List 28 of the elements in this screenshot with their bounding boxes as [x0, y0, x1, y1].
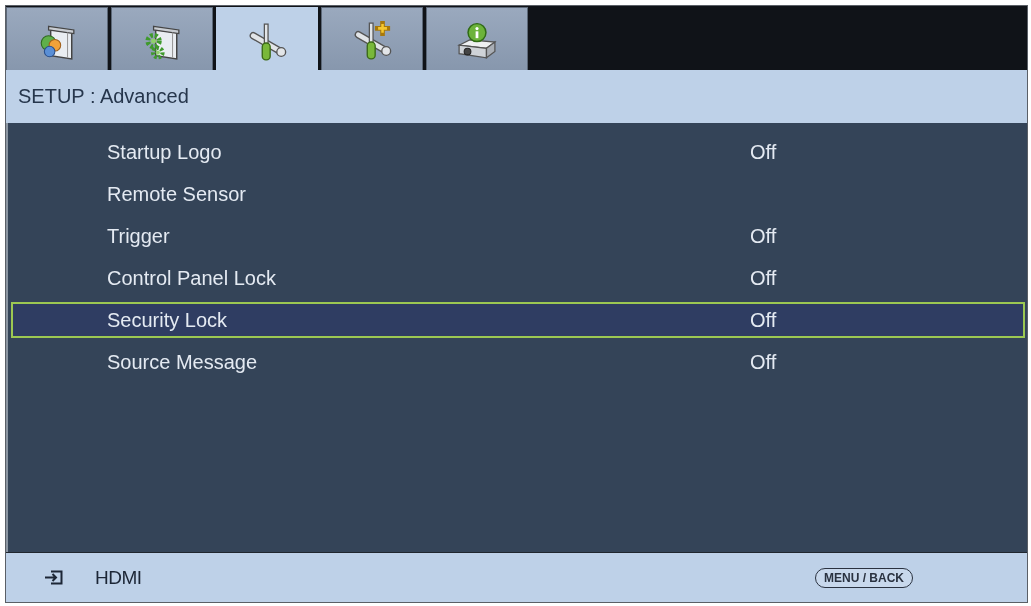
- menu-item[interactable]: Control Panel Lock Off: [11, 260, 1025, 296]
- setting-name: Security Lock: [107, 308, 229, 332]
- menu-item[interactable]: Remote Sensor: [11, 176, 1025, 212]
- menu-tab[interactable]: [111, 7, 213, 70]
- menu-item[interactable]: Security Lock Off: [11, 302, 1025, 338]
- setting-value: Off: [750, 224, 778, 248]
- setting-name: Remote Sensor: [107, 182, 247, 206]
- projector-info-icon: [457, 21, 497, 61]
- input-source: HDMI: [95, 566, 142, 589]
- setting-name: Source Message: [107, 350, 259, 374]
- menu-item[interactable]: Source Message Off: [11, 344, 1025, 380]
- screwdriver-wrench-icon: [247, 21, 287, 62]
- setting-name: Trigger: [107, 224, 171, 248]
- menu-item[interactable]: Startup Logo Off: [11, 134, 1025, 170]
- input-icon: [44, 570, 63, 585]
- menu-tab[interactable]: [6, 7, 108, 70]
- setting-value: Off: [750, 140, 778, 164]
- setting-value: Off: [750, 266, 778, 290]
- setting-value: Off: [750, 308, 778, 332]
- menu-tab[interactable]: [321, 7, 423, 70]
- setting-value: Off: [750, 350, 778, 374]
- screwdriver-wrench-plus-icon: [352, 21, 392, 61]
- setting-name: Control Panel Lock: [107, 266, 277, 290]
- menu-tab[interactable]: [426, 7, 528, 70]
- menu-back-key: MENU / BACK: [815, 567, 913, 588]
- menu-title: SETUP : Advanced: [18, 85, 189, 108]
- setting-name: Startup Logo: [107, 140, 223, 164]
- menu-item[interactable]: Trigger Off: [11, 218, 1025, 254]
